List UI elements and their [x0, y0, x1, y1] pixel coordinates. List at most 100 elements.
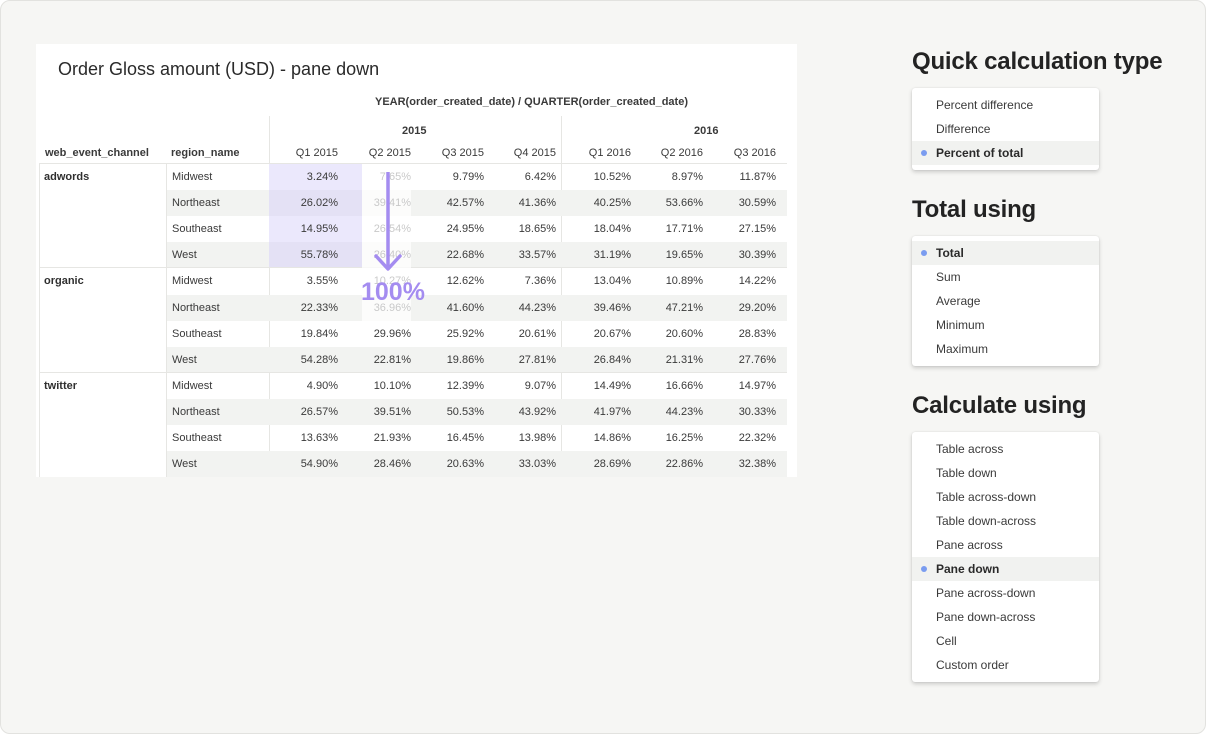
region-label: West	[172, 249, 197, 262]
menu-item-table-across-down[interactable]: Table across-down	[912, 485, 1099, 509]
menu-item-table-across[interactable]: Table across	[912, 437, 1099, 461]
value-cell[interactable]: 4.90%	[268, 373, 338, 399]
value-cell[interactable]: 21.31%	[633, 347, 703, 373]
value-cell[interactable]: 20.61%	[486, 321, 556, 347]
menu-item-pane-across[interactable]: Pane across	[912, 533, 1099, 557]
value-cell[interactable]: 32.38%	[706, 451, 776, 477]
value-cell[interactable]: 10.10%	[341, 373, 411, 399]
value-cell[interactable]: 7.36%	[486, 268, 556, 294]
selected-dot-icon	[921, 566, 927, 572]
value-cell[interactable]: 26.02%	[268, 190, 338, 216]
menu-item-average[interactable]: Average	[912, 289, 1099, 313]
menu-item-sum[interactable]: Sum	[912, 265, 1099, 289]
value-cell[interactable]: 30.59%	[706, 190, 776, 216]
value-cell[interactable]: 14.22%	[706, 268, 776, 294]
value-cell[interactable]: 30.39%	[706, 242, 776, 268]
value-cell[interactable]: 20.60%	[633, 321, 703, 347]
value-cell[interactable]: 24.95%	[414, 216, 484, 242]
menu-item-table-down-across[interactable]: Table down-across	[912, 509, 1099, 533]
value-cell[interactable]: 41.36%	[486, 190, 556, 216]
menu-item-percent-of-total[interactable]: Percent of total	[912, 141, 1099, 165]
arrow-down-icon	[374, 172, 402, 271]
menu-item-maximum[interactable]: Maximum	[912, 337, 1099, 361]
value-cell[interactable]: 50.53%	[414, 399, 484, 425]
value-cell[interactable]: 39.46%	[561, 295, 631, 321]
menu-item-pane-across-down[interactable]: Pane across-down	[912, 581, 1099, 605]
value-cell[interactable]: 44.23%	[486, 295, 556, 321]
value-cell[interactable]: 27.81%	[486, 347, 556, 373]
value-cell[interactable]: 16.45%	[414, 425, 484, 451]
value-cell[interactable]: 17.71%	[633, 216, 703, 242]
value-cell[interactable]: 53.66%	[633, 190, 703, 216]
value-cell[interactable]: 33.57%	[486, 242, 556, 268]
menu-item-difference[interactable]: Difference	[912, 117, 1099, 141]
value-cell[interactable]: 22.81%	[341, 347, 411, 373]
value-cell[interactable]: 30.33%	[706, 399, 776, 425]
value-cell[interactable]: 21.93%	[341, 425, 411, 451]
value-cell[interactable]: 13.98%	[486, 425, 556, 451]
value-cell[interactable]: 19.65%	[633, 242, 703, 268]
menu-item-pane-down[interactable]: Pane down	[912, 557, 1099, 581]
value-cell[interactable]: 11.87%	[706, 164, 777, 190]
menu-item-label: Difference	[936, 122, 991, 136]
value-cell[interactable]: 28.83%	[706, 321, 776, 347]
value-cell[interactable]: 31.19%	[561, 242, 631, 268]
menu-item-percent-difference[interactable]: Percent difference	[912, 93, 1099, 117]
menu-item-minimum[interactable]: Minimum	[912, 313, 1099, 337]
value-cell[interactable]: 26.84%	[561, 347, 631, 373]
value-cell[interactable]: 20.67%	[561, 321, 631, 347]
value-cell[interactable]: 22.32%	[706, 425, 776, 451]
value-cell[interactable]: 54.28%	[268, 347, 338, 373]
value-cell[interactable]: 9.79%	[414, 164, 484, 190]
value-cell[interactable]: 3.55%	[268, 268, 338, 294]
value-cell[interactable]: 43.92%	[486, 399, 556, 425]
value-cell[interactable]: 27.76%	[706, 347, 776, 373]
value-cell[interactable]: 14.97%	[706, 373, 776, 399]
value-cell[interactable]: 14.95%	[268, 216, 338, 242]
menu-item-pane-down-across[interactable]: Pane down-across	[912, 605, 1099, 629]
value-cell[interactable]: 18.65%	[486, 216, 556, 242]
value-cell[interactable]: 42.57%	[414, 190, 484, 216]
value-cell[interactable]: 9.07%	[486, 373, 556, 399]
value-cell[interactable]: 33.03%	[486, 451, 556, 477]
value-cell[interactable]: 6.42%	[486, 164, 556, 190]
value-cell[interactable]: 10.89%	[633, 268, 703, 294]
value-cell[interactable]: 8.97%	[633, 164, 703, 190]
value-cell[interactable]: 22.86%	[633, 451, 703, 477]
value-cell[interactable]: 54.90%	[268, 451, 338, 477]
value-cell[interactable]: 12.39%	[414, 373, 484, 399]
value-cell[interactable]: 14.86%	[561, 425, 631, 451]
menu-item-table-down[interactable]: Table down	[912, 461, 1099, 485]
value-cell[interactable]: 18.04%	[561, 216, 631, 242]
value-cell[interactable]: 39.51%	[341, 399, 411, 425]
menu-item-total[interactable]: Total	[912, 241, 1099, 265]
value-cell[interactable]: 44.23%	[633, 399, 703, 425]
value-cell[interactable]: 40.25%	[561, 190, 631, 216]
menu-item-label: Sum	[936, 270, 961, 284]
value-cell[interactable]: 13.04%	[561, 268, 631, 294]
value-cell[interactable]: 19.84%	[268, 321, 338, 347]
menu-item-custom-order[interactable]: Custom order	[912, 653, 1099, 677]
value-cell[interactable]: 28.69%	[561, 451, 631, 477]
value-cell[interactable]: 41.97%	[561, 399, 631, 425]
menu-item-cell[interactable]: Cell	[912, 629, 1099, 653]
value-cell[interactable]: 29.20%	[706, 295, 776, 321]
value-cell[interactable]: 10.52%	[561, 164, 631, 190]
value-cell[interactable]: 29.96%	[341, 321, 411, 347]
value-cell[interactable]: 22.33%	[268, 295, 338, 321]
value-cell[interactable]: 55.78%	[268, 242, 338, 268]
value-cell[interactable]: 27.15%	[706, 216, 776, 242]
value-cell[interactable]: 3.24%	[268, 164, 338, 190]
value-cell[interactable]: 19.86%	[414, 347, 484, 373]
menu-item-label: Maximum	[936, 342, 989, 356]
value-cell[interactable]: 16.25%	[633, 425, 703, 451]
value-cell[interactable]: 16.66%	[633, 373, 703, 399]
value-cell[interactable]: 20.63%	[414, 451, 484, 477]
value-cell[interactable]: 25.92%	[414, 321, 484, 347]
value-cell[interactable]: 47.21%	[633, 295, 703, 321]
value-cell[interactable]: 22.68%	[414, 242, 484, 268]
value-cell[interactable]: 14.49%	[561, 373, 631, 399]
value-cell[interactable]: 13.63%	[268, 425, 338, 451]
value-cell[interactable]: 28.46%	[341, 451, 411, 477]
value-cell[interactable]: 26.57%	[268, 399, 338, 425]
